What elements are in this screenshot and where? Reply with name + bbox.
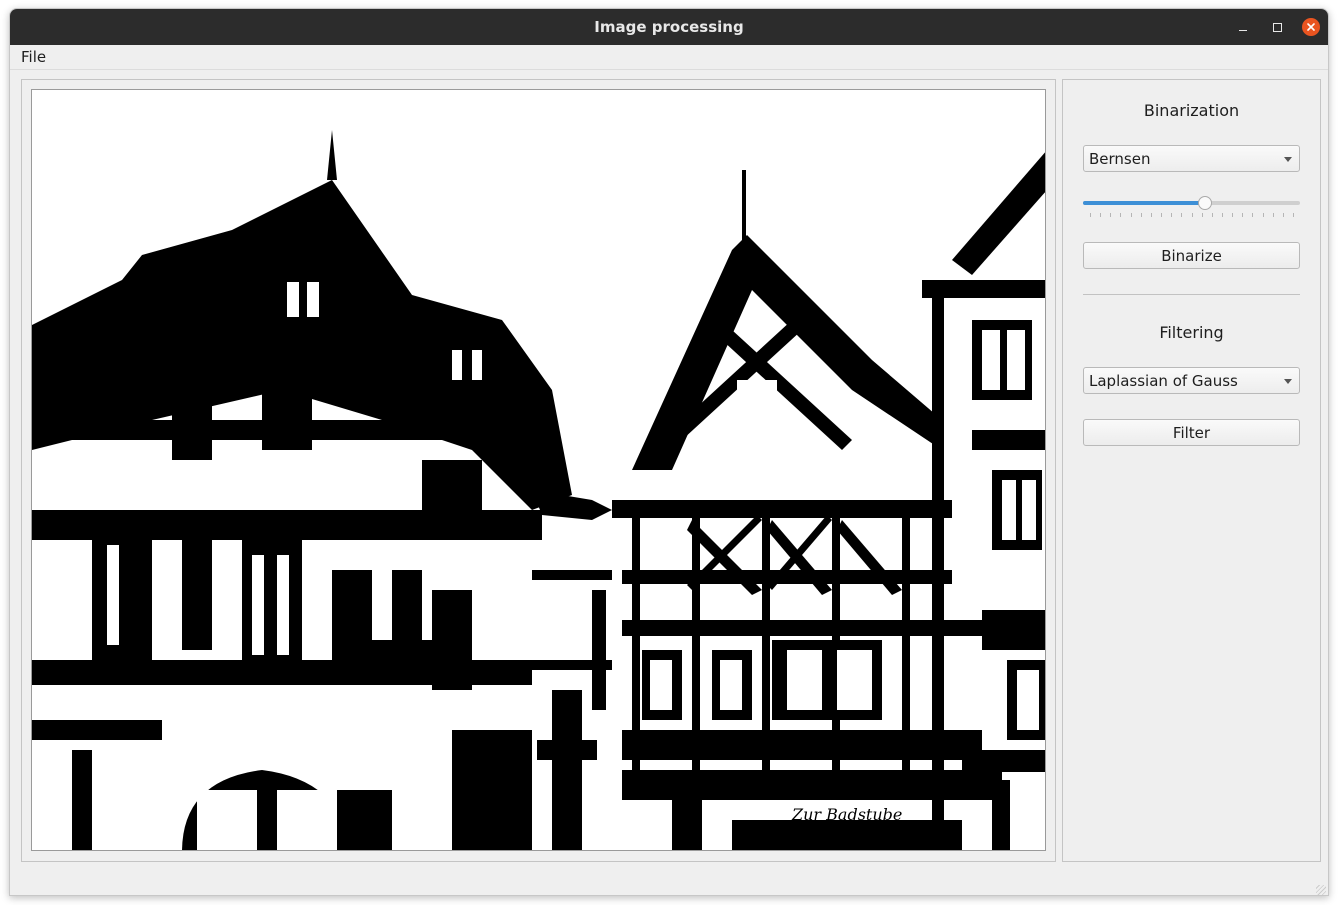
filter-button[interactable]: Filter	[1083, 419, 1300, 446]
image-frame: Zur Badstube	[21, 79, 1056, 862]
binarization-method-select[interactable]: Bernsen	[1083, 145, 1300, 172]
slider-tick	[1273, 213, 1274, 217]
main-window: Image processing File Zur Badstube Binar…	[9, 8, 1329, 896]
slider-tick	[1120, 213, 1121, 217]
slider-tick	[1110, 213, 1111, 217]
slider-tick	[1171, 213, 1172, 217]
minimize-icon	[1239, 29, 1247, 31]
resize-grip-icon[interactable]	[1316, 885, 1326, 895]
slider-ticks	[1090, 213, 1294, 218]
window-title: Image processing	[594, 18, 744, 36]
slider-tick	[1131, 213, 1132, 217]
chevron-down-icon	[1284, 157, 1292, 162]
sign-text: Zur Badstube	[791, 805, 902, 824]
control-panel: Binarization Bernsen Binarize Filtering …	[1062, 79, 1321, 862]
close-icon	[1307, 23, 1315, 31]
slider-tick	[1242, 213, 1243, 217]
filtering-method-value: Laplassian of Gauss	[1089, 371, 1238, 390]
slider-tick	[1283, 213, 1284, 217]
minimize-button[interactable]	[1234, 18, 1252, 36]
binarization-method-value: Bernsen	[1089, 149, 1151, 168]
slider-fill	[1083, 201, 1205, 205]
slider-tick	[1090, 213, 1091, 217]
binarized-image: Zur Badstube	[32, 90, 1045, 850]
slider-tick	[1161, 213, 1162, 217]
slider-tick	[1181, 213, 1182, 217]
binarization-threshold-slider[interactable]	[1083, 196, 1300, 222]
binarization-title: Binarization	[1143, 101, 1240, 120]
filtering-title: Filtering	[1159, 323, 1224, 342]
binarize-button[interactable]: Binarize	[1083, 242, 1300, 269]
slider-tick	[1232, 213, 1233, 217]
slider-tick	[1202, 213, 1203, 217]
title-bar[interactable]: Image processing	[10, 9, 1328, 45]
slider-tick	[1263, 213, 1264, 217]
slider-tick	[1252, 213, 1253, 217]
filtering-method-select[interactable]: Laplassian of Gauss	[1083, 367, 1300, 394]
slider-handle[interactable]	[1198, 196, 1212, 210]
slider-tick	[1293, 213, 1294, 217]
maximize-icon	[1272, 22, 1282, 32]
close-button[interactable]	[1302, 18, 1320, 36]
maximize-button[interactable]	[1268, 18, 1286, 36]
status-bar	[10, 862, 1328, 895]
slider-tick	[1151, 213, 1152, 217]
slider-tick	[1141, 213, 1142, 217]
slider-tick	[1222, 213, 1223, 217]
section-divider	[1083, 294, 1300, 295]
image-view: Zur Badstube	[31, 89, 1046, 851]
chevron-down-icon	[1284, 379, 1292, 384]
menu-bar: File	[10, 45, 1328, 70]
slider-tick	[1100, 213, 1101, 217]
menu-file[interactable]: File	[21, 48, 46, 66]
slider-tick	[1212, 213, 1213, 217]
slider-tick	[1192, 213, 1193, 217]
